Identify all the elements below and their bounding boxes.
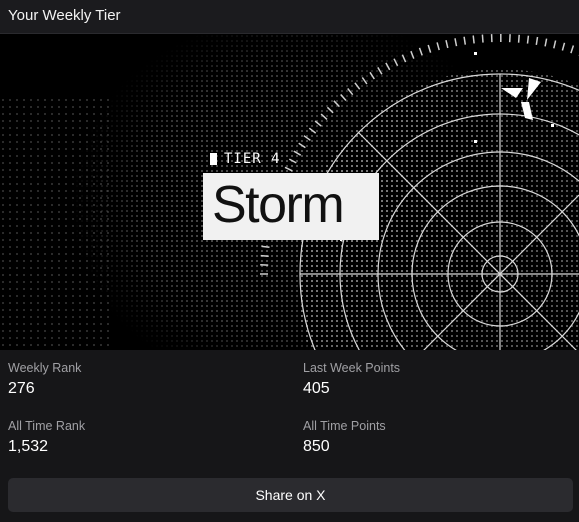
radar-tick <box>472 35 475 44</box>
stat-label: All Time Rank <box>8 419 86 433</box>
stat-value: 850 <box>303 438 330 455</box>
radar-tick <box>261 245 270 249</box>
stat-value: 405 <box>303 380 330 397</box>
radar-tick <box>517 34 520 43</box>
stat-label: Weekly Rank <box>8 361 82 375</box>
radar-tick <box>526 35 530 44</box>
radar-tick <box>570 45 575 54</box>
tier-name: Storm <box>212 176 345 234</box>
card-header: Your Weekly Tier <box>0 0 579 34</box>
share-on-x-button[interactable]: Share on X <box>8 478 573 512</box>
stat-label: All Time Points <box>303 419 386 433</box>
stat-value: 276 <box>8 380 35 397</box>
radar-tick <box>553 40 557 49</box>
tier-number-text: TIER 4 <box>224 151 281 167</box>
tri-blade-logo-icon <box>501 78 541 120</box>
square-icon <box>210 153 217 165</box>
radar-tick <box>481 34 484 43</box>
card-title: Your Weekly Tier <box>8 7 121 24</box>
radar-tick <box>561 42 566 51</box>
tier-hero-banner: TIER 4 Storm <box>0 34 579 350</box>
radar-tick <box>544 38 548 47</box>
all-time-points-stat: All Time Points 850 <box>303 419 386 456</box>
tier-name-box: Storm <box>203 173 379 240</box>
stats-grid: Weekly Rank 276 Last Week Points 405 All… <box>0 350 579 466</box>
stat-value: 1,532 <box>8 438 49 455</box>
radar-tick <box>260 254 269 257</box>
tier-number-label: TIER 4 <box>210 151 281 167</box>
stat-label: Last Week Points <box>303 361 401 375</box>
all-time-rank-stat: All Time Rank 1,532 <box>8 419 85 456</box>
weekly-tier-card: Your Weekly Tier TIER 4 Storm Weekly Ran… <box>0 0 579 522</box>
weekly-rank-stat: Weekly Rank 276 <box>8 361 81 398</box>
last-week-points-stat: Last Week Points 405 <box>303 361 400 398</box>
